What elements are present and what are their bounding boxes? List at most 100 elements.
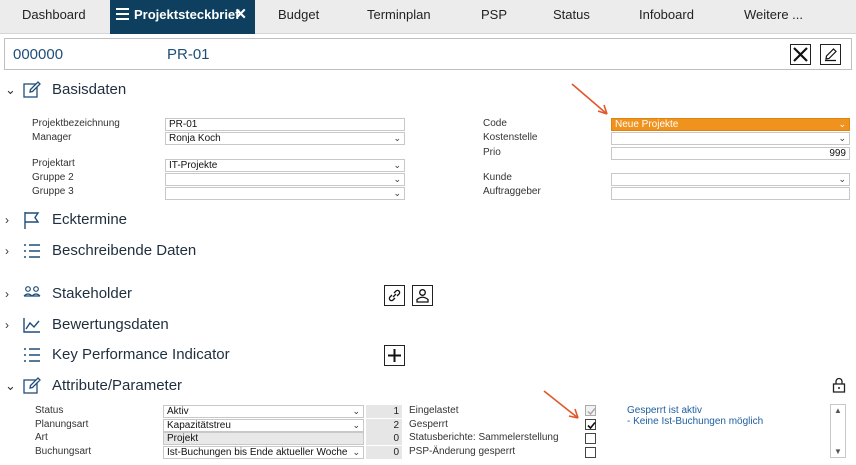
field-value: Ronja Koch xyxy=(169,133,221,144)
label-manager: Manager xyxy=(32,132,72,143)
tab-projektsteckbrief[interactable]: Projektsteckbrief ✕ xyxy=(110,0,255,34)
section-title: Beschreibende Daten xyxy=(52,242,197,259)
tab-status[interactable]: Status xyxy=(553,0,590,34)
plus-icon[interactable] xyxy=(384,345,405,366)
menu-icon[interactable] xyxy=(116,8,129,20)
label-kostenstelle: Kostenstelle xyxy=(483,132,538,143)
close-icon[interactable] xyxy=(790,44,811,65)
statusberichte-checkbox[interactable] xyxy=(585,433,596,444)
art-field: Projekt xyxy=(163,432,364,445)
close-icon[interactable]: ✕ xyxy=(234,0,247,30)
scroll-down-icon[interactable]: ▼ xyxy=(834,447,842,456)
section-basisdaten[interactable]: ⌄ Basisdaten xyxy=(0,80,200,102)
tab-budget[interactable]: Budget xyxy=(278,0,319,34)
label-statusberichte: Statusberichte: Sammelerstellung xyxy=(409,432,559,443)
planungsart-select[interactable]: Kapazitätstreu ⌄ xyxy=(163,419,364,432)
kunde-select[interactable]: ⌄ xyxy=(611,173,850,186)
buchungsart-select[interactable]: Ist-Buchungen bis Ende aktueller Woche ⌄ xyxy=(163,446,364,459)
info-scrollbar[interactable]: ▲ ▼ xyxy=(830,404,846,458)
chevron-right-icon[interactable]: › xyxy=(5,318,9,332)
label-status: Status xyxy=(35,405,64,416)
chevron-down-icon: ⌄ xyxy=(393,188,401,198)
chevron-right-icon[interactable]: › xyxy=(5,287,9,301)
label-kunde: Kunde xyxy=(483,172,512,183)
person-icon[interactable] xyxy=(412,285,433,306)
chevron-down-icon: ⌄ xyxy=(352,406,360,416)
label-buchungsart: Buchungsart xyxy=(35,446,92,457)
section-title: Stakeholder xyxy=(52,285,133,302)
project-header: 000000 PR-01 xyxy=(4,38,852,70)
chevron-down-icon[interactable]: ⌄ xyxy=(5,378,16,394)
section-attribute[interactable]: ⌄ Attribute/Parameter xyxy=(0,376,240,398)
lock-icon[interactable] xyxy=(832,377,846,393)
label-code: Code xyxy=(483,118,507,129)
section-stakeholder[interactable]: › Stakeholder xyxy=(0,284,200,306)
field-value: Neue Projekte xyxy=(615,119,679,130)
chevron-down-icon: ⌄ xyxy=(838,133,846,143)
tab-label: Terminplan xyxy=(367,7,431,22)
section-bewertungsdaten[interactable]: › Bewertungsdaten xyxy=(0,315,220,337)
label-gruppe2: Gruppe 2 xyxy=(32,172,74,183)
planungsart-number: 2 xyxy=(366,419,402,432)
chevron-down-icon: ⌄ xyxy=(393,174,401,184)
info-gesperrt: Gesperrt ist aktiv xyxy=(627,405,703,416)
label-psp-aenderung: PSP-Änderung gesperrt xyxy=(409,446,516,457)
section-beschreibende-daten[interactable]: › Beschreibende Daten xyxy=(0,241,260,263)
label-projektbezeichnung: Projektbezeichnung xyxy=(32,118,120,129)
status-select[interactable]: Aktiv ⌄ xyxy=(163,405,364,418)
field-value: Projekt xyxy=(167,433,199,444)
manager-select[interactable]: Ronja Koch ⌄ xyxy=(165,132,405,145)
label-gesperrt: Gesperrt xyxy=(409,419,448,430)
list-icon xyxy=(24,348,40,362)
tab-label: Budget xyxy=(278,7,320,22)
field-value: Ist-Buchungen bis Ende aktueller Woche xyxy=(167,447,348,458)
section-kpi[interactable]: Key Performance Indicator xyxy=(0,345,260,367)
chevron-down-icon: ⌄ xyxy=(838,174,846,184)
scroll-up-icon[interactable]: ▲ xyxy=(834,406,842,415)
chevron-down-icon: ⌄ xyxy=(352,420,360,430)
tab-dashboard[interactable]: Dashboard xyxy=(22,0,86,34)
chevron-right-icon[interactable]: › xyxy=(5,244,9,258)
link-icon[interactable] xyxy=(384,285,405,306)
projektbezeichnung-field[interactable]: PR-01 xyxy=(165,118,405,131)
kostenstelle-select[interactable]: ⌄ xyxy=(611,132,850,145)
tab-label: Infoboard xyxy=(639,7,694,22)
gruppe3-select[interactable]: ⌄ xyxy=(165,187,405,200)
people-icon xyxy=(23,286,41,297)
tab-label: Weitere ... xyxy=(744,7,804,22)
label-eingelastet: Eingelastet xyxy=(409,405,459,416)
edit-icon xyxy=(23,81,41,98)
code-select[interactable]: Neue Projekte ⌄ xyxy=(611,118,850,131)
label-planungsart: Planungsart xyxy=(35,419,89,430)
list-icon xyxy=(24,244,40,258)
field-value: Aktiv xyxy=(167,406,189,417)
eingelastet-checkbox[interactable] xyxy=(585,405,596,416)
prio-field[interactable]: 999 xyxy=(611,147,850,160)
top-navigation: Dashboard Projektsteckbrief ✕ Budget Ter… xyxy=(0,0,856,34)
flag-icon xyxy=(24,212,40,229)
project-code: PR-01 xyxy=(167,46,210,63)
psp-aenderung-checkbox[interactable] xyxy=(585,447,596,458)
chevron-down-icon[interactable]: ⌄ xyxy=(5,82,16,98)
label-projektart: Projektart xyxy=(32,158,75,169)
info-keine-ist-buchungen: - Keine Ist-Buchungen möglich xyxy=(627,416,764,427)
gesperrt-checkbox[interactable] xyxy=(585,419,596,430)
chevron-right-icon[interactable]: › xyxy=(5,213,9,227)
section-title: Bewertungsdaten xyxy=(52,316,169,333)
auftraggeber-field[interactable] xyxy=(611,187,850,200)
section-title: Basisdaten xyxy=(52,81,127,98)
tab-terminplan[interactable]: Terminplan xyxy=(367,0,431,34)
label-auftraggeber: Auftraggeber xyxy=(483,186,541,197)
field-value: Kapazitätstreu xyxy=(167,420,231,431)
projektart-select[interactable]: IT-Projekte ⌄ xyxy=(165,159,405,172)
edit-icon[interactable] xyxy=(820,44,841,65)
chevron-down-icon: ⌄ xyxy=(393,133,401,143)
tab-label: Dashboard xyxy=(22,7,86,22)
tab-infoboard[interactable]: Infoboard xyxy=(639,0,694,34)
field-value: PR-01 xyxy=(169,119,198,130)
section-ecktermine[interactable]: › Ecktermine xyxy=(0,210,200,232)
chevron-down-icon: ⌄ xyxy=(352,447,360,457)
tab-weitere[interactable]: Weitere ... xyxy=(744,0,803,34)
gruppe2-select[interactable]: ⌄ xyxy=(165,173,405,186)
tab-psp[interactable]: PSP xyxy=(481,0,507,34)
